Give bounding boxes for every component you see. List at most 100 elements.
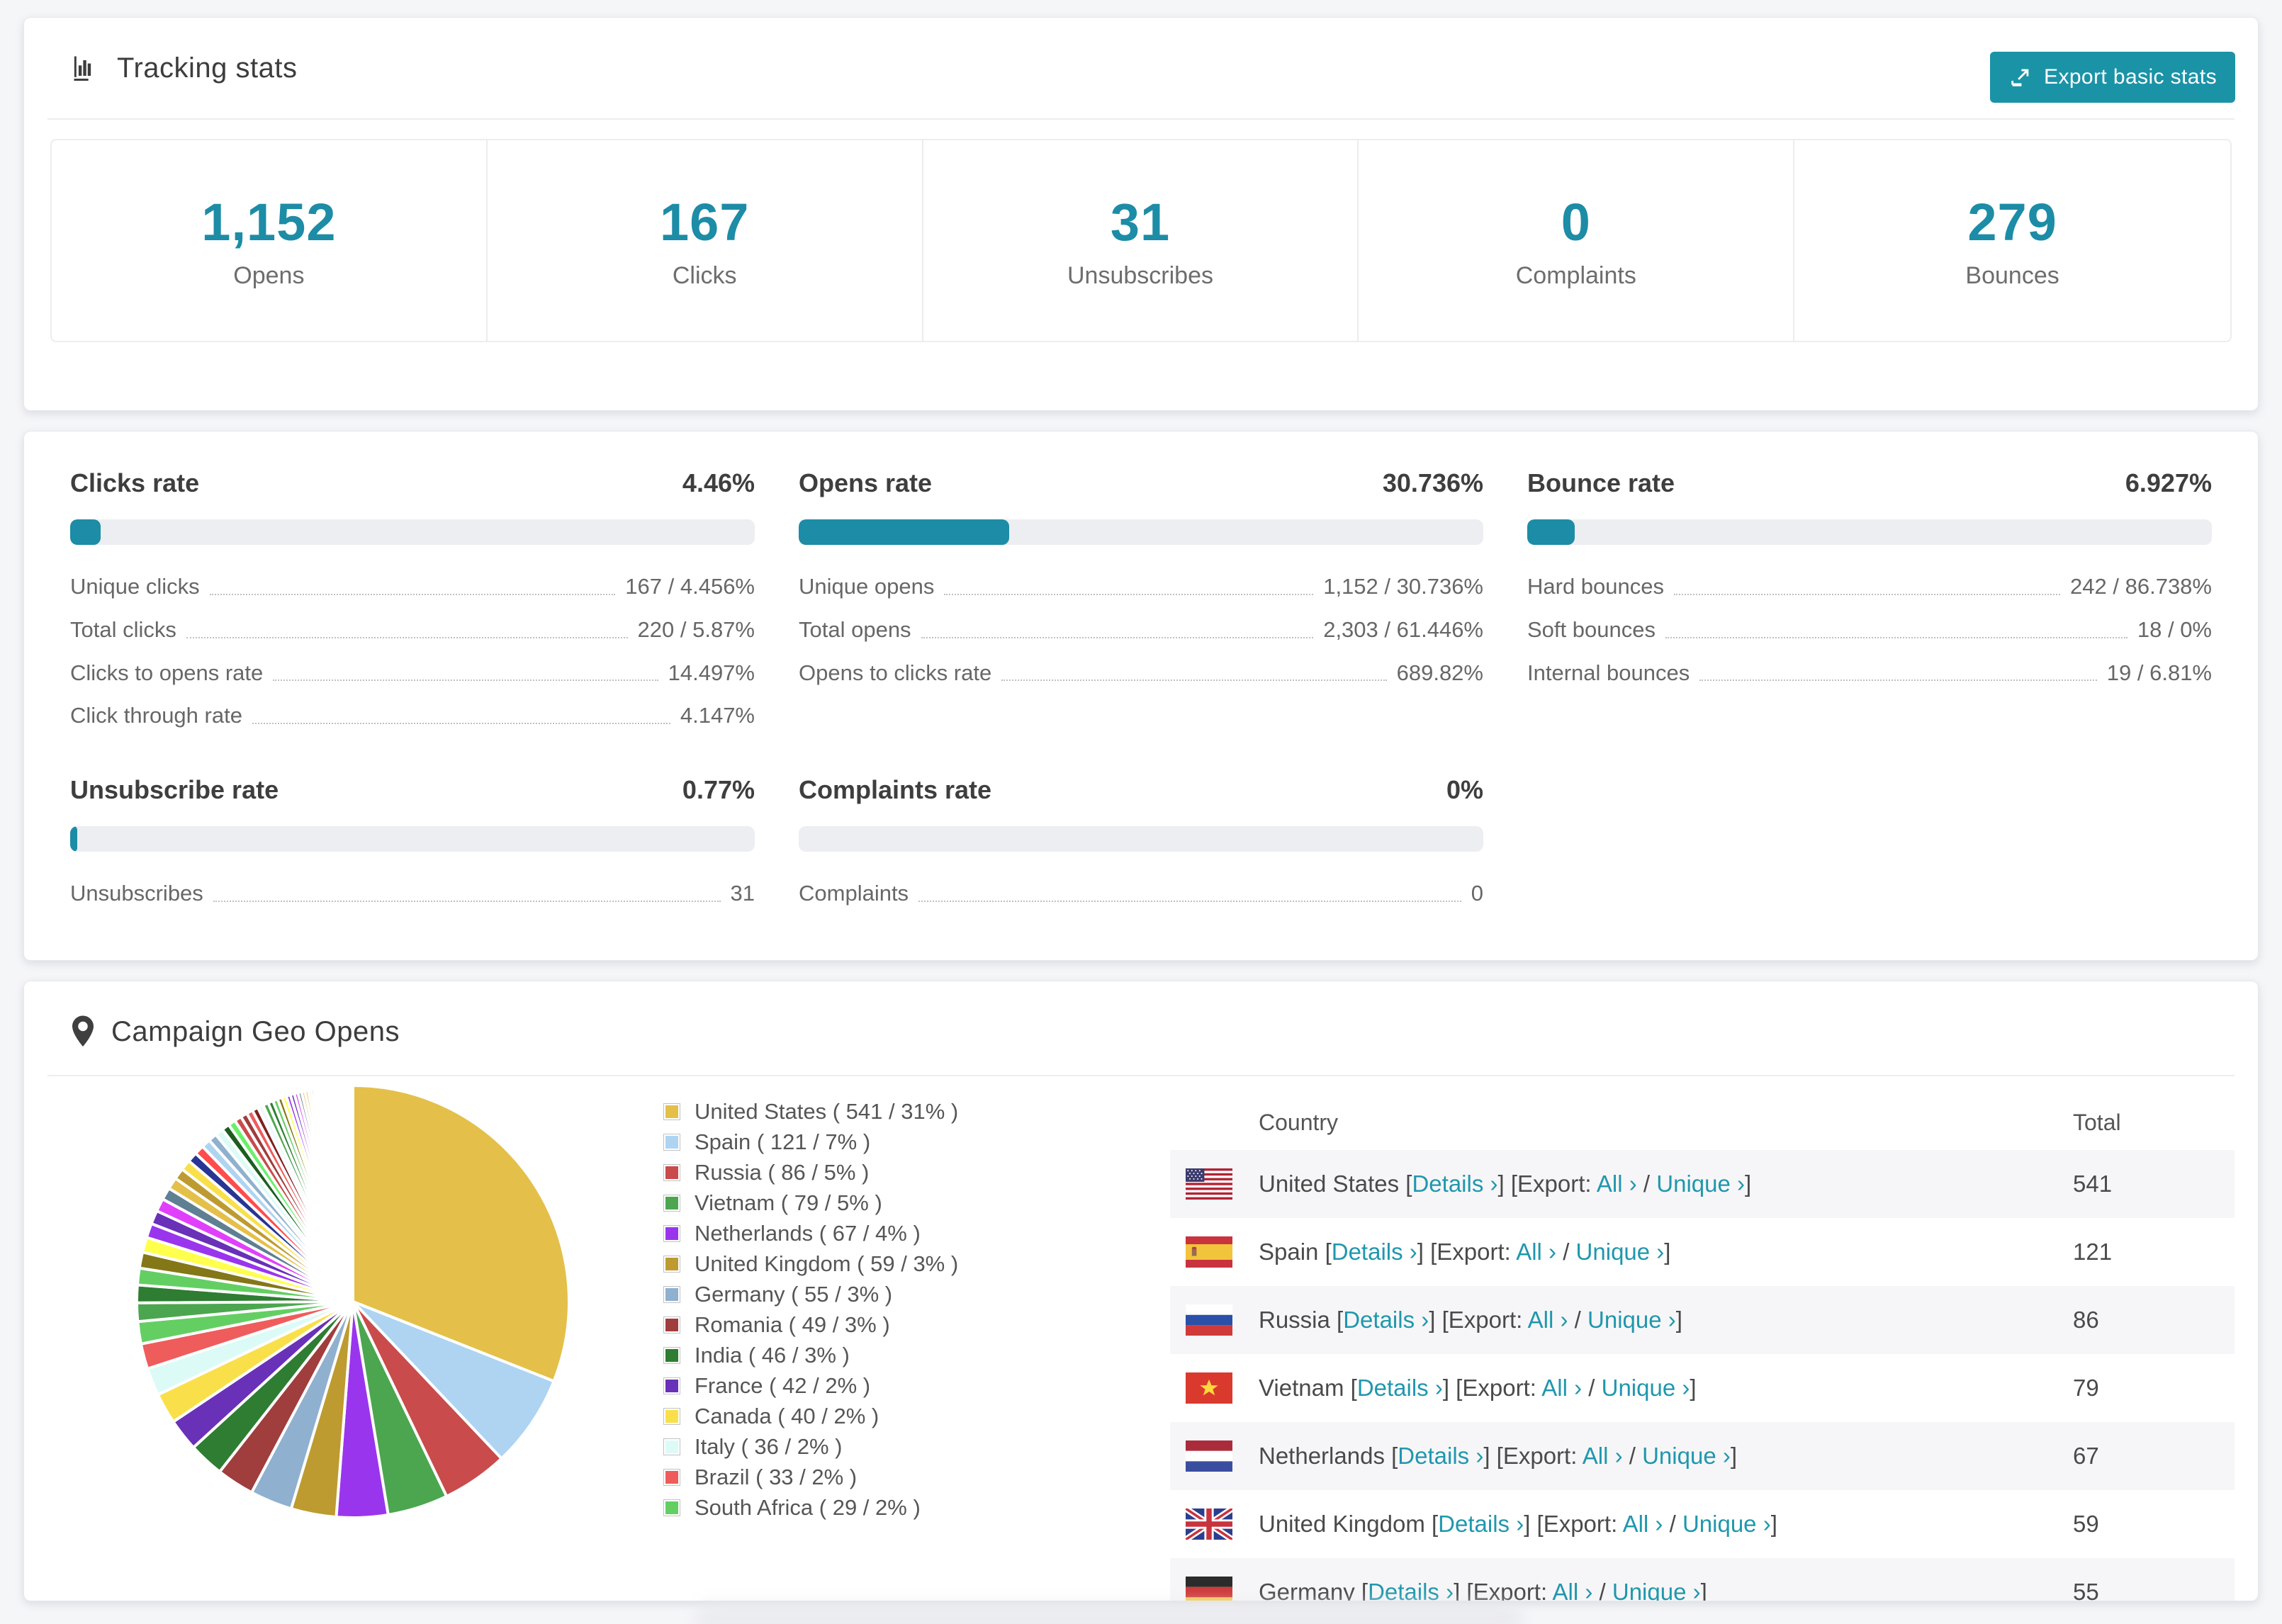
legend-item-italy[interactable]: Italy ( 36 / 2% ) [663, 1431, 958, 1462]
stat-row: Unique clicks 167 / 4.456% [70, 573, 755, 601]
geo-opens-pie-chart[interactable] [119, 1076, 587, 1535]
geo-title: Campaign Geo Opens [111, 1015, 400, 1047]
stat-row-label: Complaints [799, 881, 909, 906]
details-link[interactable]: Details › [1368, 1579, 1454, 1601]
export-all-link[interactable]: All › [1597, 1171, 1637, 1197]
export-all-link[interactable]: All › [1553, 1579, 1593, 1601]
export-basic-stats-button[interactable]: Export basic stats [1990, 52, 2235, 103]
export-unique-link[interactable]: Unique › [1576, 1239, 1665, 1265]
total-cell: 55 [2073, 1579, 2099, 1601]
legend-item-germany[interactable]: Germany ( 55 / 3% ) [663, 1279, 958, 1309]
dotted-leader [1699, 680, 2097, 682]
details-link[interactable]: Details › [1357, 1375, 1443, 1401]
table-row-russia: Russia [Details ›] [Export: All › / Uniq… [1170, 1286, 2235, 1354]
legend-label: Netherlands ( 67 / 4% ) [695, 1220, 921, 1246]
stat-row-value: 0 [1471, 881, 1483, 906]
stat-row-label: Total clicks [70, 616, 176, 642]
pie-slice-other[interactable] [350, 1083, 354, 1302]
details-link[interactable]: Details › [1343, 1307, 1429, 1333]
stat-row-value: 220 / 5.87% [637, 616, 755, 642]
legend-label: Canada ( 40 / 2% ) [695, 1403, 879, 1428]
export-unique-link[interactable]: Unique › [1612, 1579, 1701, 1601]
country-cell: Russia [Details ›] [Export: All › / Uniq… [1259, 1307, 1682, 1333]
export-unique-link[interactable]: Unique › [1587, 1307, 1676, 1333]
tracking-stats-header: Tracking stats [70, 18, 2212, 118]
legend-item-russia[interactable]: Russia ( 86 / 5% ) [663, 1157, 958, 1188]
stat-row-label: Soft bounces [1527, 616, 1656, 642]
legend-swatch-color [665, 1440, 678, 1453]
stat-rows: Unique opens 1,152 / 30.736% Total opens 2,… [799, 573, 1483, 687]
legend-label: South Africa ( 29 / 2% ) [695, 1494, 921, 1520]
dotted-leader [273, 680, 658, 682]
legend-item-united-states[interactable]: United States ( 541 / 31% ) [663, 1096, 958, 1127]
stat-row-value: 689.82% [1396, 660, 1483, 685]
export-all-link[interactable]: All › [1516, 1239, 1556, 1265]
legend-item-romania[interactable]: Romania ( 49 / 3% ) [663, 1309, 958, 1340]
stat-row: Opens to clicks rate 689.82% [799, 660, 1483, 687]
export-all-link[interactable]: All › [1623, 1511, 1663, 1537]
stat-row-value: 242 / 86.738% [2070, 574, 2212, 599]
export-unique-link[interactable]: Unique › [1656, 1171, 1745, 1197]
rate-title: Complaints rate [799, 775, 992, 804]
export-unique-link[interactable]: Unique › [1602, 1375, 1690, 1401]
export-unique-link[interactable]: Unique › [1642, 1443, 1731, 1469]
pie-legend: United States ( 541 / 31% ) Spain ( 121 /… [663, 1096, 958, 1523]
export-unique-link[interactable]: Unique › [1682, 1511, 1771, 1537]
legend-item-india[interactable]: India ( 46 / 3% ) [663, 1340, 958, 1370]
rate-block-header: Opens rate 30.736% [799, 468, 1483, 498]
legend-item-united-kingdom[interactable]: United Kingdom ( 59 / 3% ) [663, 1248, 958, 1279]
legend-item-netherlands[interactable]: Netherlands ( 67 / 4% ) [663, 1218, 958, 1248]
legend-swatch-color [665, 1348, 678, 1362]
table-header-row: Country Total [1170, 1095, 2235, 1150]
stat-label: Clicks [672, 261, 737, 289]
legend-swatch-color [665, 1135, 678, 1149]
legend-swatch [663, 1224, 680, 1242]
table-body: United States [Details ›] [Export: All ›… [1170, 1150, 2235, 1601]
progress-bar-fill [799, 519, 1009, 545]
legend-item-spain[interactable]: Spain ( 121 / 7% ) [663, 1127, 958, 1157]
legend-label: Vietnam ( 79 / 5% ) [695, 1190, 882, 1215]
legend-item-brazil[interactable]: Brazil ( 33 / 2% ) [663, 1462, 958, 1492]
legend-swatch-color [665, 1257, 678, 1270]
legend-item-france[interactable]: France ( 42 / 2% ) [663, 1370, 958, 1401]
stat-row-value: 18 / 0% [2137, 616, 2212, 642]
export-all-link[interactable]: All › [1541, 1375, 1582, 1401]
export-all-link[interactable]: All › [1528, 1307, 1568, 1333]
country-name: Spain [1259, 1239, 1319, 1265]
country-name: Vietnam [1259, 1375, 1344, 1401]
legend-item-south-africa[interactable]: South Africa ( 29 / 2% ) [663, 1492, 958, 1523]
stat-row-value: 1,152 / 30.736% [1323, 574, 1483, 599]
progress-bar [1527, 519, 2212, 545]
stat-rows: Complaints 0 [799, 880, 1483, 908]
legend-item-vietnam[interactable]: Vietnam ( 79 / 5% ) [663, 1188, 958, 1218]
stat-value: 1,152 [201, 192, 337, 252]
stat-value: 167 [659, 192, 750, 252]
progress-bar [70, 519, 755, 545]
legend-item-canada[interactable]: Canada ( 40 / 2% ) [663, 1401, 958, 1431]
total-cell: 67 [2073, 1443, 2099, 1469]
total-cell: 86 [2073, 1307, 2099, 1333]
stat-rows: Unique clicks 167 / 4.456% Total clicks 220… [70, 573, 755, 730]
nl-flag-icon [1186, 1440, 1232, 1472]
total-cell: 79 [2073, 1375, 2099, 1401]
rate-title: Opens rate [799, 468, 933, 497]
table-row-netherlands: Netherlands [Details ›] [Export: All › /… [1170, 1422, 2235, 1490]
divider [47, 118, 2235, 120]
export-icon [2008, 65, 2033, 89]
details-link[interactable]: Details › [1332, 1239, 1417, 1265]
legend-label: Spain ( 121 / 7% ) [695, 1129, 871, 1154]
progress-bar [799, 519, 1483, 545]
rate-title: Clicks rate [70, 468, 200, 497]
stat-row: Unique opens 1,152 / 30.736% [799, 573, 1483, 601]
rate-block-header: Bounce rate 6.927% [1527, 468, 2212, 498]
de-flag-icon [1186, 1577, 1232, 1601]
legend-label: Germany ( 55 / 3% ) [695, 1281, 893, 1307]
stat-row-label: Unique clicks [70, 574, 200, 599]
export-all-link[interactable]: All › [1583, 1443, 1623, 1469]
details-link[interactable]: Details › [1412, 1171, 1497, 1197]
dotted-leader [213, 900, 721, 902]
details-link[interactable]: Details › [1398, 1443, 1483, 1469]
legend-label: United Kingdom ( 59 / 3% ) [695, 1251, 959, 1276]
details-link[interactable]: Details › [1438, 1511, 1524, 1537]
legend-swatch-color [665, 1105, 678, 1118]
